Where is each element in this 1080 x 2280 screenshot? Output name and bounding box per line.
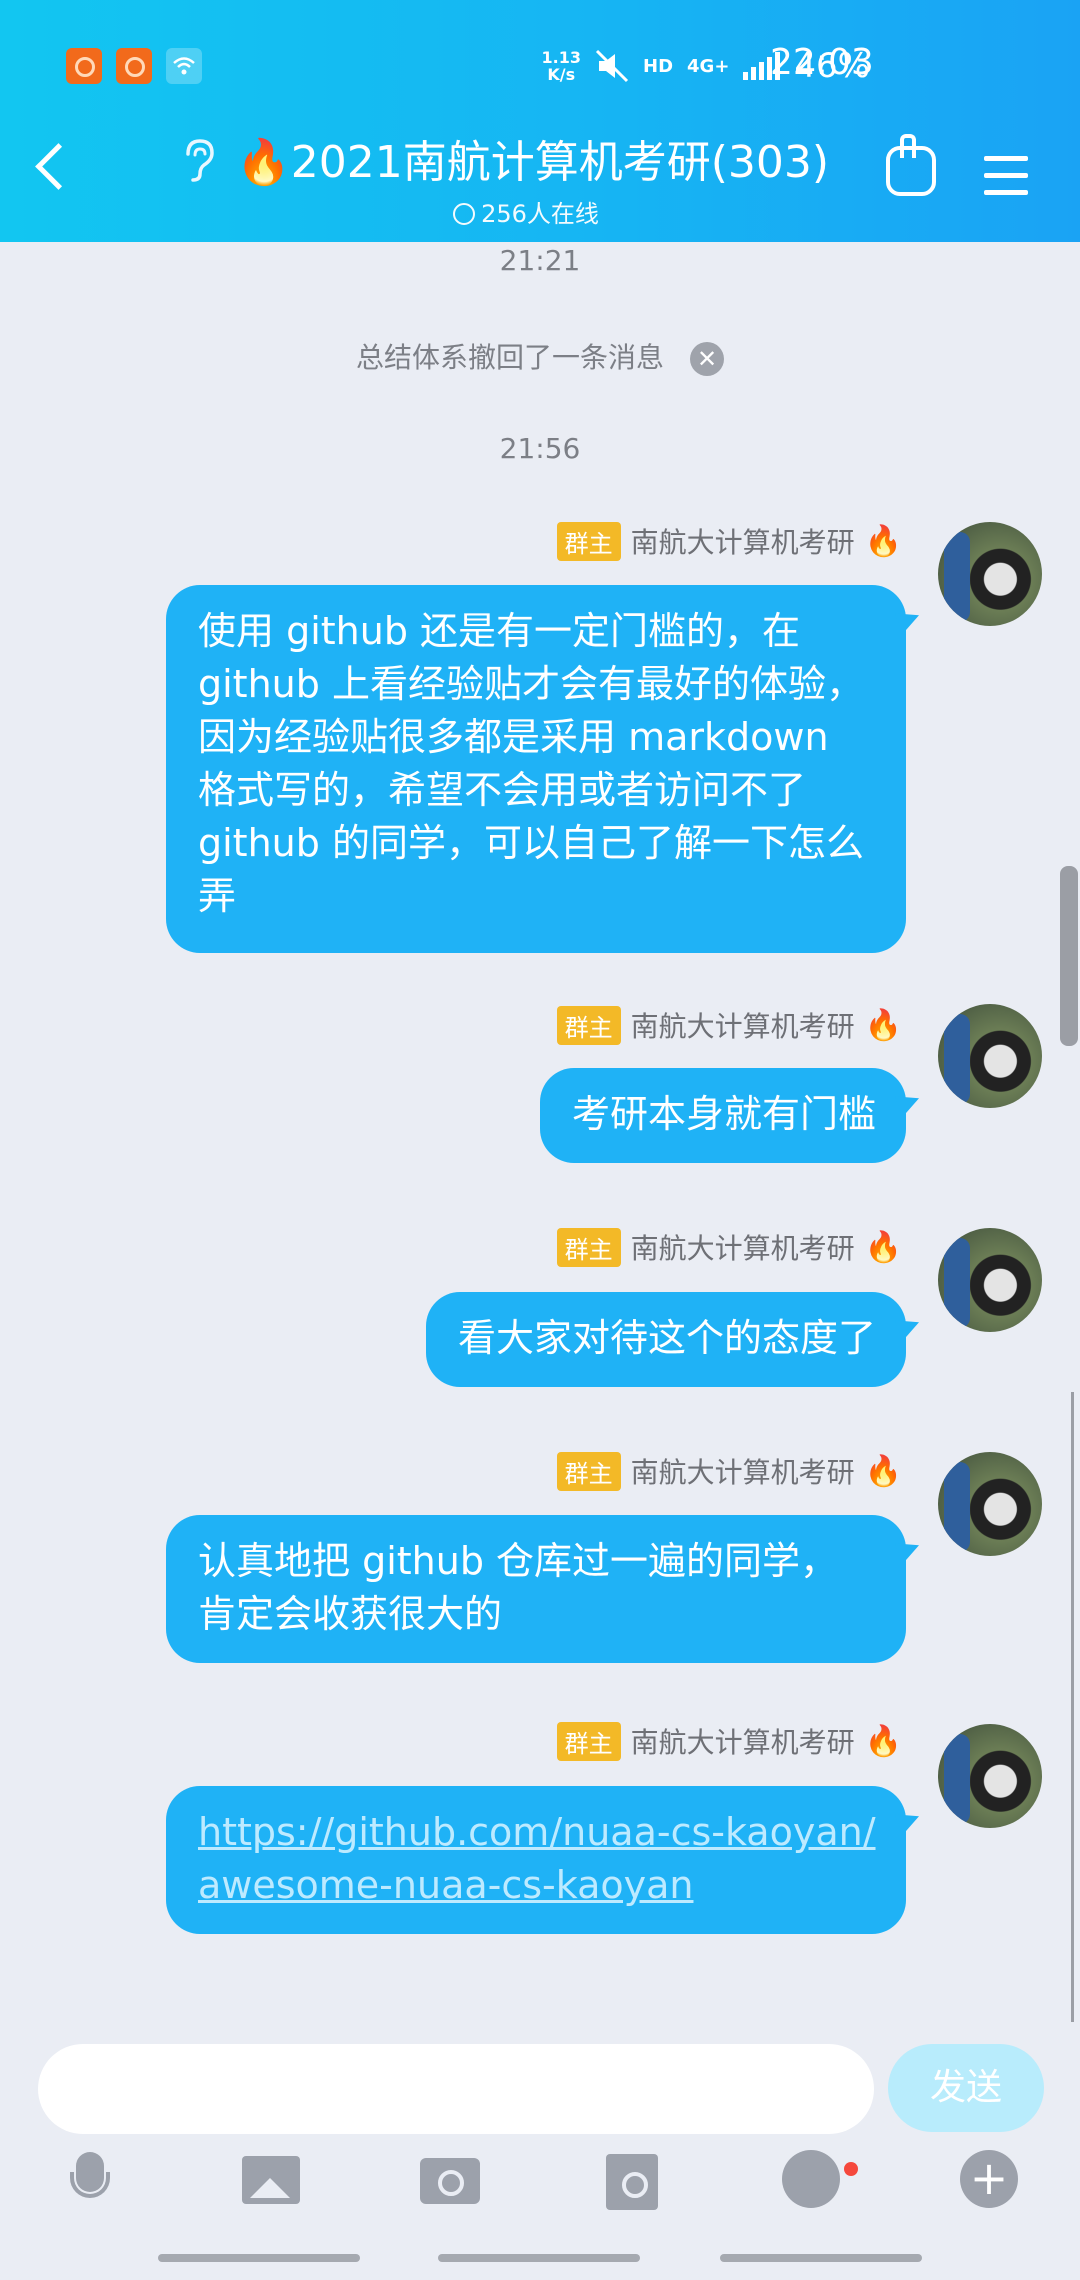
top-bar: 1.13 K/s HD 4G+ 46% 22:03 🔥2021南航计算机考研(3… — [0, 0, 1080, 242]
notification-dot — [844, 2162, 858, 2176]
sender-line: 群主 南航大计算机考研 🔥 — [556, 1005, 902, 1045]
online-icon — [453, 203, 476, 225]
group-title: 🔥2021南航计算机考研(303) — [236, 137, 830, 188]
app-notification-icon — [116, 48, 152, 84]
message-bubble[interactable]: 考研本身就有门槛 — [539, 1068, 906, 1163]
owner-badge: 群主 — [556, 521, 621, 561]
sender-name[interactable]: 南航大计算机考研 — [631, 1227, 855, 1267]
owner-badge: 群主 — [556, 1227, 621, 1267]
sender-line: 群主 南航大计算机考研 🔥 — [556, 521, 902, 561]
recall-text: 总结体系撤回了一条消息 — [355, 341, 664, 374]
message-bubble[interactable]: https://github.com/nuaa-cs-kaoyan/awesom… — [166, 1786, 906, 1934]
message-bubble[interactable]: 使用 github 还是有一定门槛的，在 github 上看经验贴才会有最好的体… — [166, 585, 906, 953]
recall-notice: 总结体系撤回了一条消息 ✕ — [0, 336, 1080, 376]
nav-bar-pill[interactable] — [438, 2254, 640, 2262]
back-button[interactable] — [35, 143, 82, 190]
menu-icon[interactable] — [984, 156, 1028, 207]
timestamp: 21:56 — [499, 432, 581, 465]
red-packet-icon[interactable] — [604, 2150, 664, 2210]
input-toolbar — [0, 2150, 1080, 2230]
network-type: 4G+ — [687, 55, 730, 77]
plus-icon[interactable] — [960, 2150, 1020, 2210]
send-button[interactable]: 发送 — [888, 2044, 1044, 2132]
hd-label: HD — [643, 55, 674, 77]
close-icon[interactable]: ✕ — [690, 342, 724, 376]
network-speed: 1.13 K/s — [542, 49, 581, 83]
speed-value: 1.13 — [541, 48, 582, 67]
github-link[interactable]: https://github.com/nuaa-cs-kaoyan/awesom… — [198, 1810, 876, 1907]
online-count: 256人在线 — [236, 194, 816, 229]
owner-badge: 群主 — [556, 1005, 621, 1045]
ear-icon[interactable] — [180, 138, 216, 192]
message-bubble[interactable]: 认真地把 github 仓库过一遍的同学，肯定会收获很大的 — [166, 1515, 906, 1663]
image-icon[interactable] — [242, 2150, 302, 2210]
chat-title-block[interactable]: 🔥2021南航计算机考研(303) 256人在线 — [236, 126, 830, 229]
mute-icon — [595, 49, 629, 83]
flame-icon: 🔥 — [864, 1229, 902, 1265]
microphone-icon[interactable] — [62, 2150, 122, 2210]
clock: 22:03 — [770, 42, 874, 83]
scrollbar-thumb[interactable] — [1060, 866, 1078, 1046]
avatar[interactable] — [938, 1004, 1042, 1108]
status-left — [66, 48, 202, 84]
timestamp: 21:21 — [499, 244, 581, 277]
avatar[interactable] — [938, 1228, 1042, 1332]
wifi-icon — [166, 48, 202, 84]
sender-name[interactable]: 南航大计算机考研 — [631, 1005, 855, 1045]
owner-badge: 群主 — [556, 1451, 621, 1491]
avatar[interactable] — [938, 1452, 1042, 1556]
flame-icon: 🔥 — [864, 1007, 902, 1043]
flame-icon: 🔥 — [864, 1453, 902, 1489]
hand-gesture-icon[interactable] — [886, 134, 936, 196]
app-notification-icon — [66, 48, 102, 84]
speed-unit: K/s — [547, 65, 576, 84]
sender-name[interactable]: 南航大计算机考研 — [631, 1721, 855, 1761]
nav-bar-pill[interactable] — [720, 2254, 922, 2262]
nav-bar-pill[interactable] — [158, 2254, 360, 2262]
online-text: 256人在线 — [481, 200, 599, 228]
owner-badge: 群主 — [556, 1721, 621, 1761]
avatar[interactable] — [938, 1724, 1042, 1828]
scrollbar-track — [1071, 1392, 1074, 2022]
camera-icon[interactable] — [420, 2150, 480, 2210]
sender-line: 群主 南航大计算机考研 🔥 — [556, 1721, 902, 1761]
flame-icon: 🔥 — [864, 1723, 902, 1759]
avatar[interactable] — [938, 522, 1042, 626]
message-input[interactable] — [38, 2044, 874, 2134]
flame-icon: 🔥 — [864, 523, 902, 559]
sender-line: 群主 南航大计算机考研 🔥 — [556, 1227, 902, 1267]
sender-name[interactable]: 南航大计算机考研 — [631, 521, 855, 561]
sender-line: 群主 南航大计算机考研 🔥 — [556, 1451, 902, 1491]
message-bubble[interactable]: 看大家对待这个的态度了 — [425, 1292, 906, 1387]
emoji-icon[interactable] — [782, 2150, 842, 2210]
sender-name[interactable]: 南航大计算机考研 — [631, 1451, 855, 1491]
